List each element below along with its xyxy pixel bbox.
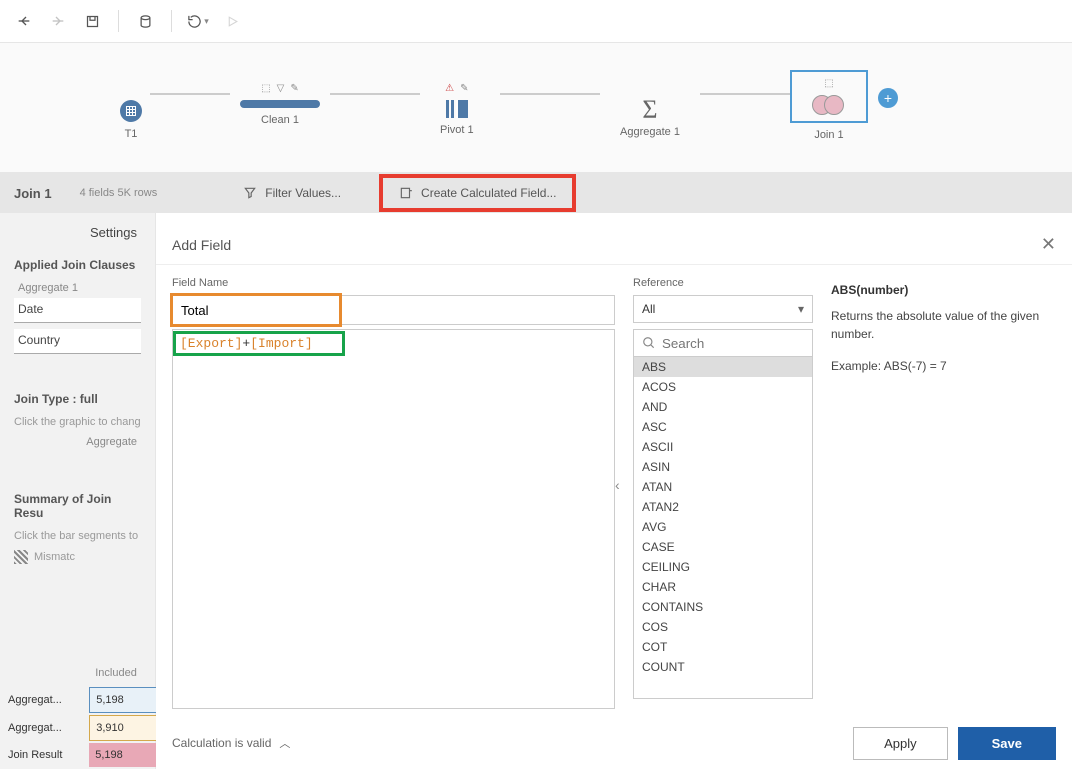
function-item[interactable]: ASC [634,417,812,437]
function-item[interactable]: ATAN [634,477,812,497]
run-flow-icon[interactable] [218,7,246,35]
add-step-button[interactable]: + [878,88,898,108]
function-item[interactable]: COUNT [634,657,812,677]
toolbar-divider [171,10,172,32]
create-calculated-field-button[interactable]: Create Calculated Field... [379,174,576,212]
data-source-icon[interactable] [131,7,159,35]
join-type-hint: Click the graphic to chang [0,412,155,432]
refresh-icon[interactable]: ▾ [184,7,212,35]
main-toolbar: ▾ [0,0,1072,43]
step-header-bar: Join 1 4 fields 5K rows Filter Values...… [0,173,1072,213]
field-name-input[interactable] [172,295,340,325]
node-label: Pivot 1 [440,124,474,136]
aggregate-small: Aggregate [0,432,155,450]
function-item[interactable]: ABS [634,357,812,377]
summary-heading: Summary of Join Resu [0,486,155,526]
warning-icon: ⚠ [445,83,454,96]
join-clause-field[interactable]: Country [14,329,141,354]
join-clause-field[interactable]: Date [14,298,141,323]
hatch-icon [14,550,28,564]
node-label: Clean 1 [240,114,320,126]
dialog-footer: Calculation is valid ︿ Apply Save [156,717,1072,769]
node-label: T1 [120,128,142,140]
mismatch-row: Mismatc [0,546,155,568]
function-item[interactable]: ASCII [634,437,812,457]
function-help-panel: ABS(number) Returns the absolute value o… [831,277,1056,717]
clean-step-icon: ⬚ [261,83,270,96]
settings-tab[interactable]: Settings [0,213,155,252]
join-type-heading: Join Type : full [0,386,155,412]
chevron-up-icon: ︿ [279,735,290,751]
chevron-down-icon: ▾ [798,302,804,316]
reference-category-select[interactable]: All▾ [633,295,813,323]
node-label: Aggregate 1 [620,126,680,138]
dialog-title: Add Field [172,237,231,253]
apply-button[interactable]: Apply [853,727,948,760]
edit-step-icon: ✎ [290,83,298,96]
settings-panel: Settings Applied Join Clauses Aggregate … [0,213,156,769]
edit-step-icon: ✎ [460,83,468,96]
table-row[interactable]: Aggregat...3,910 [2,715,158,741]
summary-hint: Click the bar segments to [0,526,155,546]
function-search-input[interactable] [633,329,813,357]
aggregate-label: Aggregate 1 [0,278,155,296]
flow-node-clean[interactable]: ⬚ ▽ ✎ Clean 1 [240,83,320,126]
save-button[interactable]: Save [958,727,1056,760]
table-row[interactable]: Aggregat...5,198 [2,687,158,713]
applied-clauses-heading: Applied Join Clauses [0,252,155,278]
step-title: Join 1 [14,186,52,201]
function-item[interactable]: CONTAINS [634,597,812,617]
back-button[interactable] [10,7,38,35]
function-item[interactable]: ATAN2 [634,497,812,517]
included-header: Included [89,661,158,685]
flow-node-join[interactable]: ⬚ Join 1 [790,70,868,141]
filter-icon [243,186,257,200]
help-description: Returns the absolute value of the given … [831,307,1056,343]
add-field-dialog: Add Field ✕ Field Name [Export]+[Import]… [156,225,1072,769]
help-example: Example: ABS(-7) = 7 [831,357,1056,375]
dialog-header: Add Field ✕ [156,225,1072,265]
formula-editor[interactable]: [Export]+[Import] [172,329,615,709]
function-list[interactable]: ABS ACOS AND ASC ASCII ASIN ATAN ATAN2 A… [633,357,813,699]
flow-node-pivot[interactable]: ⚠ ✎ Pivot 1 [440,83,474,136]
calc-field-icon [399,186,413,200]
calc-step-icon: ⬚ [824,78,833,91]
filter-step-icon: ▽ [277,83,285,96]
flow-node-aggregate[interactable]: Σ Aggregate 1 [620,83,680,138]
reference-label: Reference [633,277,813,289]
function-item[interactable]: AVG [634,517,812,537]
filter-values-button[interactable]: Filter Values... [233,180,351,206]
join-summary-table: Included Aggregat...5,198 Aggregat...3,9… [0,659,160,769]
node-label: Join 1 [790,129,868,141]
calc-field-label: Create Calculated Field... [421,186,556,200]
save-icon[interactable] [78,7,106,35]
toolbar-divider [118,10,119,32]
function-item[interactable]: COT [634,637,812,657]
function-item[interactable]: CHAR [634,577,812,597]
close-button[interactable]: ✕ [1041,234,1056,255]
function-item[interactable]: ACOS [634,377,812,397]
function-item[interactable]: AND [634,397,812,417]
flow-node-input[interactable]: T1 [120,83,142,140]
function-item[interactable]: ASIN [634,457,812,477]
function-item[interactable]: CASE [634,537,812,557]
formula-token-field: [Import] [250,336,312,351]
validation-message[interactable]: Calculation is valid ︿ [172,735,290,751]
help-title: ABS(number) [831,283,1056,297]
field-name-label: Field Name [172,277,615,289]
flow-canvas[interactable]: T1 ⬚▽✎ Clean 1 ⚠✎ Pivot 1 Σ Aggregate 1 … [0,43,1072,173]
function-item[interactable]: CEILING [634,557,812,577]
table-row[interactable]: Join Result5,198 [2,743,158,767]
forward-button[interactable] [44,7,72,35]
filter-values-label: Filter Values... [265,186,341,200]
function-item[interactable]: COS [634,617,812,637]
formula-token-field: [Export] [180,336,242,351]
step-meta: 4 fields 5K rows [80,187,158,199]
collapse-caret-icon[interactable]: ‹ [615,477,620,493]
